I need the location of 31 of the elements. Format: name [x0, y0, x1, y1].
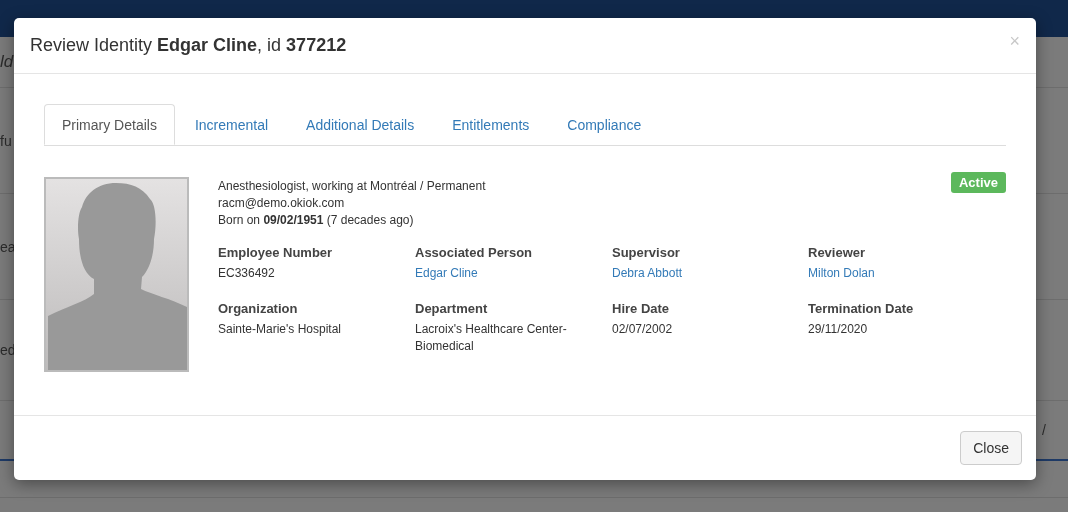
field-label: Employee Number	[218, 244, 334, 261]
person-link[interactable]: Debra Abbott	[612, 265, 683, 282]
field-label: Termination Date	[808, 300, 915, 317]
field-label: Associated Person	[415, 244, 534, 261]
field-value: 29/11/2020	[808, 321, 869, 338]
field-label: Organization	[218, 300, 299, 317]
summary-text: racm@demo.okiok.com	[218, 195, 346, 212]
tab[interactable]: Compliance	[549, 104, 660, 145]
person-link[interactable]: Milton Dolan	[808, 265, 875, 282]
field-label: Hire Date	[612, 300, 671, 317]
tab[interactable]: Additional Details	[288, 104, 433, 145]
background-text: /	[1042, 422, 1046, 438]
status-badge: Active	[950, 172, 1006, 193]
background-text: ea	[0, 238, 16, 255]
tab[interactable]: Primary Details	[44, 104, 175, 145]
field-value: Lacroix's Healthcare Center-Biomedical	[415, 321, 568, 355]
background-text: ld	[0, 52, 14, 72]
field-value: 02/07/2002	[612, 321, 674, 338]
close-button[interactable]: Close	[960, 431, 1022, 465]
field-value: Sainte-Marie's Hospital	[218, 321, 342, 338]
field-label: Department	[415, 300, 489, 317]
summary-text: Anesthesiologist, working at Montréal / Permanent	[218, 178, 486, 195]
tab[interactable]: Entitlements	[434, 104, 548, 145]
field-label: Supervisor	[612, 244, 681, 261]
field-label: Reviewer	[808, 244, 867, 261]
person-link[interactable]: Edgar Cline	[415, 265, 478, 282]
tab[interactable]: Incremental	[176, 104, 287, 145]
dialog-title: Review Identity Edgar Cline, id 377212	[30, 35, 347, 56]
field-value: EC336492	[218, 265, 276, 282]
summary-text: Born on 09/02/1951 (7 decades ago)	[218, 212, 415, 229]
background-text: fu	[0, 132, 12, 149]
